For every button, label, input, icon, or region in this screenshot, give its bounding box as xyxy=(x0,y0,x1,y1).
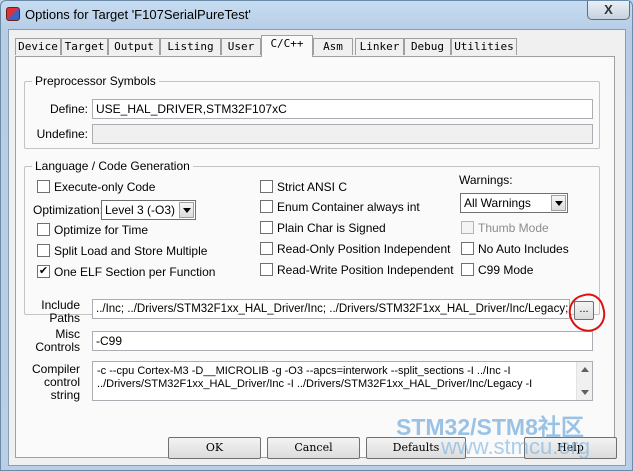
preprocessor-legend: Preprocessor Symbols xyxy=(32,74,159,88)
misc-controls-label: Misc Controls xyxy=(22,328,80,354)
enum-container-label: Enum Container always int xyxy=(277,200,420,214)
misc-controls-field[interactable]: -C99 xyxy=(92,331,593,351)
misc-controls-label-line1: Misc xyxy=(55,327,80,341)
strict-ansi-label: Strict ANSI C xyxy=(277,180,348,194)
chevron-down-icon xyxy=(179,202,194,218)
optimize-time-label: Optimize for Time xyxy=(54,223,149,237)
include-paths-label: Include Paths xyxy=(22,299,80,325)
compiler-control-label-line1: Compiler xyxy=(31,362,80,376)
cc-tab-page: Preprocessor Symbols Define: USE_HAL_DRI… xyxy=(15,56,615,458)
options-dialog: Options for Target 'F107SerialPureTest' … xyxy=(0,0,633,471)
include-paths-field[interactable]: ../Inc; ../Drivers/STM32F1xx_HAL_Driver/… xyxy=(92,299,570,319)
tab-asm[interactable]: Asm xyxy=(313,38,353,55)
optimization-label: Optimization: xyxy=(33,203,104,217)
execute-only-checkbox[interactable] xyxy=(37,180,50,193)
tab-utilities[interactable]: Utilities xyxy=(451,38,517,55)
compiler-control-label-line3: string xyxy=(50,388,80,402)
no-auto-includes-label: No Auto Includes xyxy=(478,242,569,256)
ok-button[interactable]: OK xyxy=(168,437,261,459)
plain-char-checkbox[interactable] xyxy=(260,221,273,234)
compiler-control-label-line2: control xyxy=(43,375,80,389)
cancel-button[interactable]: Cancel xyxy=(267,437,360,459)
rw-pi-checkbox[interactable] xyxy=(260,263,273,276)
watermark-line2: www.stmcu.org xyxy=(441,434,591,459)
compiler-control-line1: -c --cpu Cortex-M3 -D__MICROLIB -g -O3 -… xyxy=(97,365,511,377)
scroll-down-arrow-icon[interactable] xyxy=(581,390,589,395)
compiler-control-string[interactable]: -c --cpu Cortex-M3 -D__MICROLIB -g -O3 -… xyxy=(92,361,593,401)
enum-container-checkbox[interactable] xyxy=(260,200,273,213)
dialog-client: Device Target Output Listing User C/C++ … xyxy=(8,29,626,466)
undefine-field[interactable] xyxy=(92,124,593,144)
optimization-select[interactable]: Level 3 (-O3) xyxy=(101,200,196,220)
split-load-checkbox[interactable] xyxy=(37,244,50,257)
title-bar[interactable]: Options for Target 'F107SerialPureTest' … xyxy=(1,1,633,29)
keil-app-icon xyxy=(6,7,20,21)
compiler-control-label: Compiler control string xyxy=(22,363,80,402)
c99-mode-checkbox[interactable] xyxy=(461,263,474,276)
tab-linker[interactable]: Linker xyxy=(355,38,404,55)
define-field[interactable]: USE_HAL_DRIVER,STM32F107xC xyxy=(92,99,593,119)
tab-debug[interactable]: Debug xyxy=(404,38,451,55)
tab-device[interactable]: Device xyxy=(15,38,61,55)
language-legend: Language / Code Generation xyxy=(32,159,193,173)
tab-listing[interactable]: Listing xyxy=(160,38,221,55)
no-auto-includes-checkbox[interactable] xyxy=(461,242,474,255)
compiler-control-scrollbar[interactable] xyxy=(576,362,592,400)
tab-user[interactable]: User xyxy=(221,38,261,55)
warnings-value: All Warnings xyxy=(464,196,531,210)
plain-char-label: Plain Char is Signed xyxy=(277,221,386,235)
tab-target[interactable]: Target xyxy=(61,38,108,55)
ro-pi-checkbox[interactable] xyxy=(260,242,273,255)
include-paths-label-line1: Include xyxy=(41,298,80,312)
strict-ansi-checkbox[interactable] xyxy=(260,180,273,193)
one-elf-label: One ELF Section per Function xyxy=(54,265,216,279)
c99-mode-label: C99 Mode xyxy=(478,263,534,277)
split-load-label: Split Load and Store Multiple xyxy=(54,244,208,258)
define-label: Define: xyxy=(49,102,88,116)
tab-cc[interactable]: C/C++ xyxy=(261,35,313,57)
include-paths-label-line2: Paths xyxy=(49,311,80,325)
warnings-select[interactable]: All Warnings xyxy=(460,193,568,213)
thumb-mode-checkbox[interactable] xyxy=(461,221,474,234)
optimization-value: Level 3 (-O3) xyxy=(105,203,176,217)
undefine-label: Undefine: xyxy=(36,127,88,141)
compiler-control-line2: ../Drivers/STM32F1xx_HAL_Driver/Inc -I .… xyxy=(97,378,533,390)
window-title: Options for Target 'F107SerialPureTest' xyxy=(25,7,251,22)
close-button[interactable]: X xyxy=(587,1,630,20)
optimize-time-checkbox[interactable] xyxy=(37,223,50,236)
rw-pi-label: Read-Write Position Independent xyxy=(277,263,454,277)
ro-pi-label: Read-Only Position Independent xyxy=(277,242,451,256)
one-elf-checkbox[interactable]: ✔ xyxy=(37,265,50,278)
misc-controls-label-line2: Controls xyxy=(35,340,80,354)
thumb-mode-label: Thumb Mode xyxy=(478,221,549,235)
chevron-down-icon xyxy=(551,195,566,211)
warnings-label: Warnings: xyxy=(459,173,513,187)
tab-output[interactable]: Output xyxy=(108,38,160,55)
execute-only-label: Execute-only Code xyxy=(54,180,156,194)
scroll-up-arrow-icon[interactable] xyxy=(581,367,589,372)
